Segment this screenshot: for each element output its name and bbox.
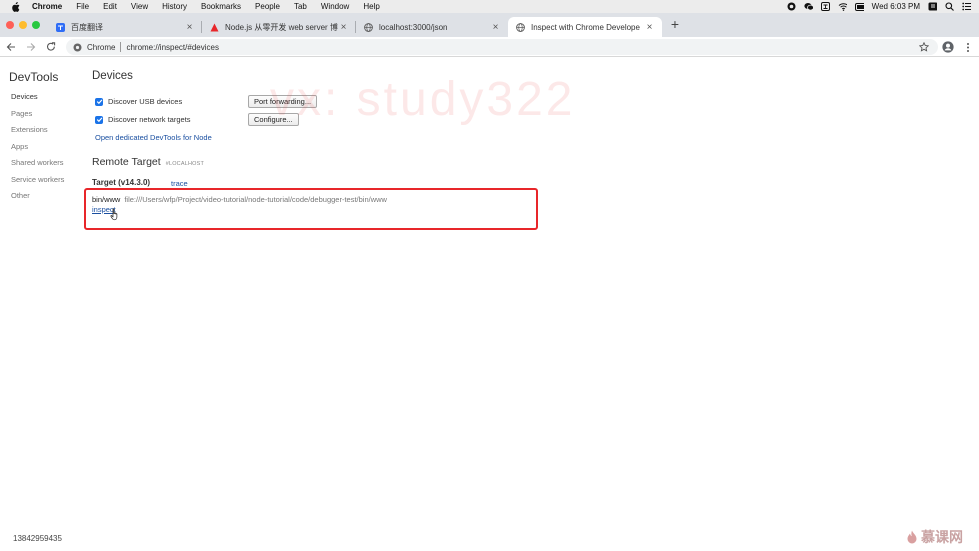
tab-inspect-devtools[interactable]: Inspect with Chrome Develope × xyxy=(508,17,662,37)
discover-usb-label: Discover USB devices xyxy=(108,97,183,106)
course-favicon-icon xyxy=(210,23,219,32)
bookmark-star-icon[interactable] xyxy=(919,42,929,52)
reload-icon[interactable] xyxy=(45,41,57,53)
tab-localhost-json[interactable]: localhost:3000/json × xyxy=(356,17,508,37)
watermark-text: vx: study322 xyxy=(270,73,576,126)
remote-target-heading: Remote Target #LOCALHOST xyxy=(92,156,204,168)
sidebar-item-pages[interactable]: Pages xyxy=(11,109,64,126)
menubar-status-area: Wed 6:03 PM xyxy=(787,0,971,13)
menu-history[interactable]: History xyxy=(162,2,187,11)
discover-usb-row: Discover USB devices xyxy=(95,97,182,106)
devtools-sidebar-title: DevTools xyxy=(9,70,59,84)
clock[interactable]: Wed 6:03 PM xyxy=(872,2,920,11)
menu-view[interactable]: View xyxy=(131,2,148,11)
globe-icon xyxy=(364,22,373,32)
mac-menu-bar: Chrome File Edit View History Bookmarks … xyxy=(0,0,979,13)
tab-strip: 百度翻译 × Node.js 从零开发 web server 博 × local… xyxy=(0,13,979,37)
menu-window[interactable]: Window xyxy=(321,2,349,11)
sidebar-item-devices[interactable]: Devices xyxy=(11,92,64,109)
wechat-icon[interactable] xyxy=(804,2,813,11)
imooc-brand-logo: 慕课网 xyxy=(906,528,963,546)
browser-toolbar: Chrome chrome://inspect/#devices xyxy=(0,37,979,57)
remote-target-title: Remote Target xyxy=(92,156,161,168)
menu-bookmarks[interactable]: Bookmarks xyxy=(201,2,241,11)
sidebar-item-other[interactable]: Other xyxy=(11,191,64,208)
tab-title: Inspect with Chrome Develope xyxy=(531,22,640,32)
close-tab-icon[interactable]: × xyxy=(491,22,500,33)
inspect-page: DevTools Devices Pages Extensions Apps S… xyxy=(0,58,979,551)
baidu-translate-favicon-icon xyxy=(56,22,65,32)
menu-edit[interactable]: Edit xyxy=(103,2,117,11)
tab-nodejs-course[interactable]: Node.js 从零开发 web server 博 × xyxy=(202,17,356,37)
close-tab-icon[interactable]: × xyxy=(339,22,348,33)
sidebar-item-extensions[interactable]: Extensions xyxy=(11,125,64,142)
close-window-button[interactable] xyxy=(6,21,14,29)
sidebar-item-service-workers[interactable]: Service workers xyxy=(11,175,64,192)
tab-baidu-translate[interactable]: 百度翻译 × xyxy=(48,17,202,37)
address-bar[interactable]: Chrome chrome://inspect/#devices xyxy=(66,39,938,55)
record-icon[interactable] xyxy=(787,2,796,11)
sidebar-item-shared-workers[interactable]: Shared workers xyxy=(11,158,64,175)
discover-network-row: Discover network targets xyxy=(95,115,191,124)
tab-title: Node.js 从零开发 web server 博 xyxy=(225,22,338,32)
wifi-icon[interactable] xyxy=(838,2,847,11)
address-origin: Chrome xyxy=(87,42,116,52)
discover-usb-checkbox[interactable] xyxy=(95,97,103,106)
address-divider xyxy=(120,42,122,52)
spotlight-search-icon[interactable] xyxy=(945,2,954,11)
devtools-sidebar: Devices Pages Extensions Apps Shared wor… xyxy=(11,92,64,208)
hand-pointer-cursor-icon xyxy=(110,208,118,221)
target-version: Target (v14.3.0) xyxy=(92,178,151,187)
input-method-icon[interactable] xyxy=(820,2,830,11)
more-menu-icon[interactable] xyxy=(964,41,972,53)
menu-people[interactable]: People xyxy=(255,2,280,11)
menu-file[interactable]: File xyxy=(76,2,89,11)
tab-title: 百度翻译 xyxy=(71,22,103,32)
zoom-window-button[interactable] xyxy=(32,21,40,29)
menu-chrome[interactable]: Chrome xyxy=(32,2,62,11)
minimize-window-button[interactable] xyxy=(19,21,27,29)
forward-arrow-icon[interactable] xyxy=(25,41,37,53)
menu-tab[interactable]: Tab xyxy=(294,2,307,11)
discover-network-checkbox[interactable] xyxy=(95,115,103,124)
back-arrow-icon[interactable] xyxy=(5,41,17,53)
screen-mirroring-icon[interactable] xyxy=(928,2,937,11)
red-highlight-box xyxy=(84,188,538,230)
close-tab-icon[interactable]: × xyxy=(645,22,654,33)
window-controls xyxy=(6,21,40,29)
chrome-page-icon[interactable] xyxy=(73,43,82,52)
tab-title: localhost:3000/json xyxy=(379,22,448,32)
brand-text: 慕课网 xyxy=(921,529,963,545)
sidebar-item-apps[interactable]: Apps xyxy=(11,142,64,159)
student-id-overlay: 13842959435 xyxy=(13,534,62,543)
flame-logo-icon xyxy=(906,530,918,544)
apple-icon[interactable] xyxy=(10,1,20,12)
globe-icon xyxy=(516,22,525,32)
localhost-tag: #LOCALHOST xyxy=(165,161,205,167)
new-tab-plus-icon[interactable]: + xyxy=(668,17,682,31)
discover-network-label: Discover network targets xyxy=(108,115,191,124)
menu-help[interactable]: Help xyxy=(363,2,379,11)
open-node-devtools-link[interactable]: Open dedicated DevTools for Node xyxy=(95,133,212,142)
notification-center-icon[interactable] xyxy=(962,2,971,11)
close-tab-icon[interactable]: × xyxy=(185,22,194,33)
devices-heading: Devices xyxy=(92,70,133,82)
profile-avatar-icon[interactable] xyxy=(942,41,954,53)
battery-icon[interactable] xyxy=(854,2,864,11)
address-url[interactable]: chrome://inspect/#devices xyxy=(126,43,219,52)
trace-link[interactable]: trace xyxy=(171,179,188,188)
